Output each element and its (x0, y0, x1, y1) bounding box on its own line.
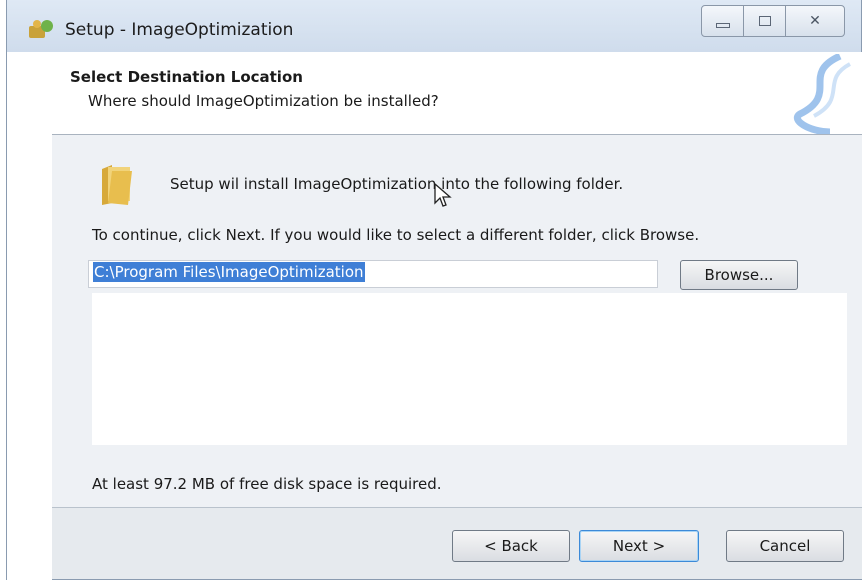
empty-content-area (92, 293, 847, 445)
wizard-header: Select Destination Location Where should… (52, 52, 862, 135)
left-margin (7, 52, 52, 580)
mouse-cursor-icon (434, 183, 452, 207)
next-button[interactable]: Next > (579, 530, 699, 562)
header-subtitle: Where should ImageOptimization be instal… (88, 92, 439, 110)
title-bar[interactable]: Setup - ImageOptimization ✕ (7, 0, 861, 52)
minimize-icon (715, 22, 730, 28)
maximize-icon (758, 16, 771, 26)
wizard-body: Setup wil install ImageOptimization into… (52, 135, 862, 507)
caption-buttons: ✕ (701, 5, 845, 37)
browse-button[interactable]: Browse... (680, 260, 798, 290)
selected-path-text: C:\Program Files\ImageOptimization (93, 262, 365, 282)
setup-window: Setup - ImageOptimization ✕ Select Desti… (6, 0, 862, 580)
instructions-text: To continue, click Next. If you would li… (92, 226, 700, 244)
wizard-footer: < Back Next > Cancel (52, 508, 862, 579)
disk-space-text: At least 97.2 MB of free disk space is r… (92, 475, 442, 493)
destination-path-input[interactable]: C:\Program Files\ImageOptimization (88, 260, 658, 288)
back-button[interactable]: < Back (452, 530, 570, 562)
header-swirl-art (794, 54, 851, 134)
folder-icon (102, 165, 132, 205)
header-title: Select Destination Location (70, 68, 303, 86)
close-button[interactable]: ✕ (786, 6, 844, 36)
minimize-button[interactable] (702, 6, 744, 36)
close-icon: ✕ (809, 13, 821, 29)
setup-app-icon (29, 20, 53, 38)
cancel-button[interactable]: Cancel (726, 530, 844, 562)
maximize-button[interactable] (744, 6, 786, 36)
window-title: Setup - ImageOptimization (65, 20, 294, 40)
install-intro-text: Setup wil install ImageOptimization into… (170, 175, 624, 193)
